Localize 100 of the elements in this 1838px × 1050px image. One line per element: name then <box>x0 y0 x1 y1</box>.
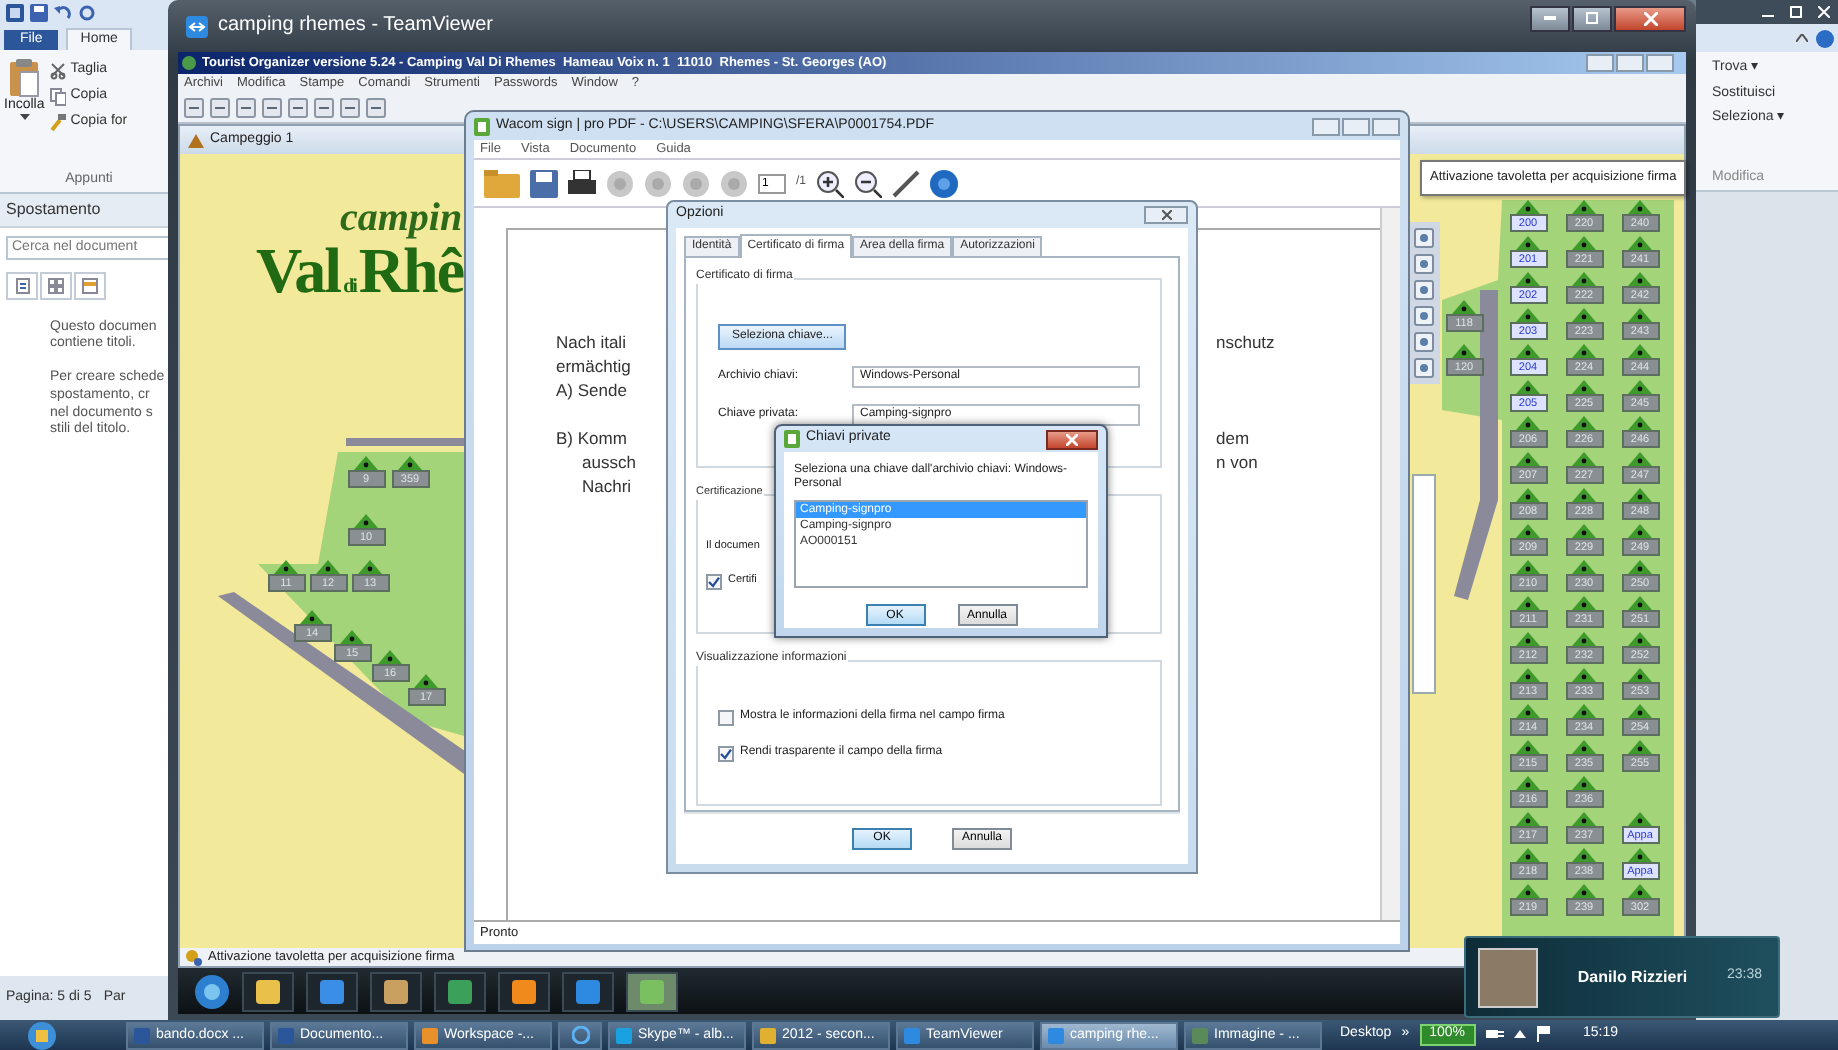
checkbox[interactable] <box>718 746 734 762</box>
flag-icon[interactable] <box>1535 1026 1549 1043</box>
tent-icon <box>1628 632 1652 646</box>
document-text: n von <box>1216 451 1260 473</box>
tent-icon <box>1572 236 1596 250</box>
undo-icon[interactable] <box>54 3 72 21</box>
tent-icon <box>274 560 298 574</box>
window-title: camping rhemes - TeamViewer <box>218 14 493 38</box>
clipboard-icon[interactable] <box>8 58 41 98</box>
collapse-icon[interactable] <box>1796 34 1808 42</box>
tent-icon <box>1516 812 1540 826</box>
taskbar-button[interactable] <box>242 971 294 1011</box>
headings-tab[interactable] <box>6 271 38 300</box>
tent-icon <box>1516 452 1540 466</box>
tent-icon <box>1572 812 1596 826</box>
app-icon <box>182 56 196 70</box>
tent-icon <box>354 456 378 470</box>
tent-icon <box>1516 416 1540 430</box>
taskbar-button[interactable] <box>498 971 550 1011</box>
up-arrow-icon[interactable] <box>1513 1030 1525 1039</box>
tent-icon <box>1572 380 1596 394</box>
zoom-out-icon[interactable] <box>854 169 883 197</box>
restore-icon[interactable] <box>1790 6 1802 18</box>
tent-icon <box>1572 596 1596 610</box>
tent-icon <box>1572 272 1596 286</box>
maximize-button[interactable] <box>1572 5 1612 31</box>
app-icon <box>904 1027 920 1043</box>
tent-icon <box>1516 560 1540 574</box>
tent-icon <box>1452 300 1476 314</box>
close-icon[interactable] <box>1818 6 1830 18</box>
taskbar-button[interactable] <box>434 971 486 1011</box>
key-store-icon <box>784 430 800 448</box>
tent-icon <box>1572 344 1596 358</box>
minimize-icon <box>1544 15 1556 21</box>
taskbar-button[interactable] <box>562 971 614 1011</box>
taskbar-button[interactable] <box>626 971 678 1011</box>
brush-icon[interactable] <box>50 114 67 132</box>
tent-icon <box>1628 524 1652 538</box>
document-text: dem <box>1216 427 1252 449</box>
start-icon[interactable] <box>194 973 230 1009</box>
scrollbar[interactable] <box>1380 208 1400 920</box>
tent-icon <box>300 610 324 624</box>
checkbox[interactable] <box>706 573 722 590</box>
close-icon <box>1643 11 1657 25</box>
tent-icon <box>1572 200 1596 214</box>
caret-icon[interactable] <box>19 114 30 121</box>
pages-tab[interactable] <box>40 271 72 300</box>
taskbar-button[interactable] <box>306 971 358 1011</box>
copy-icon[interactable] <box>50 88 67 106</box>
save-icon[interactable] <box>30 3 48 21</box>
help-icon[interactable] <box>1816 29 1834 47</box>
power-plug-icon[interactable] <box>1485 1026 1503 1043</box>
app-icon <box>616 1027 632 1043</box>
results-tab[interactable] <box>74 271 106 300</box>
close-button[interactable] <box>1144 206 1188 224</box>
close-icon <box>1066 433 1078 445</box>
app-icon <box>134 1027 150 1043</box>
tent-icon <box>1516 524 1540 538</box>
contact-name: Danilo Rizzieri <box>1575 967 1690 987</box>
word-app-icon <box>6 3 24 21</box>
tent-icon <box>414 674 438 688</box>
tent-icon <box>1572 776 1596 790</box>
scissors-icon[interactable] <box>50 62 67 80</box>
close-icon <box>1161 210 1171 220</box>
tent-icon <box>1628 848 1652 862</box>
minimize-button[interactable] <box>1530 5 1570 31</box>
taskbar-button[interactable] <box>370 971 422 1011</box>
tent-icon <box>1628 560 1652 574</box>
save-icon[interactable] <box>530 169 558 197</box>
document-text: A) Sende <box>556 379 627 401</box>
help-icon[interactable] <box>930 169 959 197</box>
tent-icon <box>1516 344 1540 358</box>
tent-icon <box>1516 380 1540 394</box>
tent-icon <box>1516 488 1540 502</box>
zoom-in-icon[interactable] <box>816 169 845 197</box>
tent-icon <box>1572 632 1596 646</box>
tent-icon <box>1572 884 1596 898</box>
tent-icon <box>1516 848 1540 862</box>
maximize-icon <box>1586 12 1598 24</box>
redo-icon[interactable] <box>78 3 96 21</box>
tent-icon <box>1516 236 1540 250</box>
checkbox[interactable] <box>718 710 734 726</box>
document-text: Nachri <box>580 475 632 497</box>
tent-icon <box>378 650 402 664</box>
scrollbar[interactable] <box>1412 474 1436 694</box>
app-icon <box>1048 1027 1064 1043</box>
tent-icon <box>1572 560 1596 574</box>
app-icon <box>278 1027 294 1043</box>
tent-icon <box>316 560 340 574</box>
document-text: nschutz <box>1216 331 1277 353</box>
close-button[interactable] <box>1614 5 1686 31</box>
app-icon <box>422 1027 438 1043</box>
tent-icon <box>1572 668 1596 682</box>
tent-icon <box>1628 596 1652 610</box>
tent-icon <box>1516 668 1540 682</box>
logo-text: Val <box>256 234 341 306</box>
tent-icon <box>1628 740 1652 754</box>
tent-icon <box>1628 416 1652 430</box>
tent-icon <box>1628 272 1652 286</box>
close-button[interactable] <box>1046 429 1098 449</box>
